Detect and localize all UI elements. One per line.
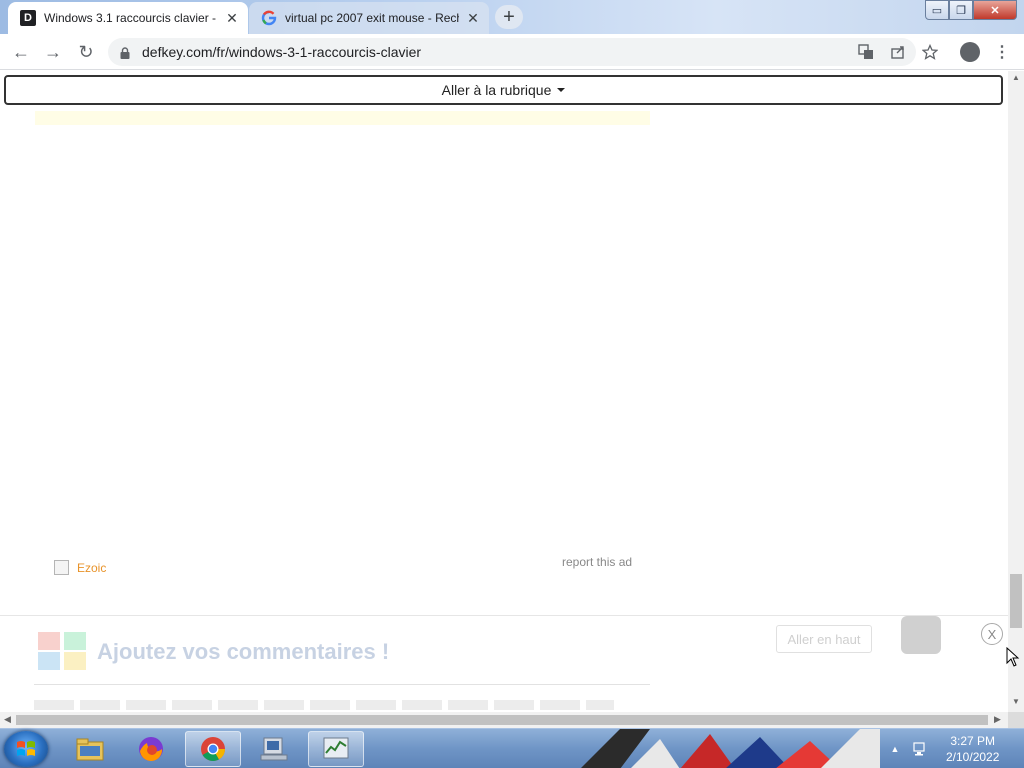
windows-flag-icon bbox=[17, 741, 35, 756]
ezoic-link[interactable]: Ezoic bbox=[54, 560, 106, 575]
windows-taskbar: ▲ 3:27 PM 2/10/2022 bbox=[0, 728, 1024, 768]
ad-banner-strip bbox=[35, 111, 650, 125]
vertical-scrollbar[interactable]: ▲ ▼ bbox=[1008, 71, 1024, 712]
google-g-icon bbox=[261, 10, 277, 26]
taskbar-clock[interactable]: 3:27 PM 2/10/2022 bbox=[946, 733, 999, 765]
scroll-right-arrow-icon[interactable]: ▶ bbox=[994, 714, 1001, 725]
close-tab-icon[interactable]: ✕ bbox=[465, 10, 481, 26]
screen: D Windows 3.1 raccourcis clavier - ✕ vir… bbox=[0, 0, 1024, 768]
forward-arrow-icon[interactable]: → bbox=[42, 41, 64, 63]
page-viewport: Aller à la rubrique Ezoic report this ad… bbox=[0, 71, 1008, 712]
chrome-icon[interactable] bbox=[185, 731, 241, 767]
close-tab-icon[interactable]: ✕ bbox=[224, 10, 240, 26]
lock-icon bbox=[120, 46, 130, 59]
mouse-cursor-icon bbox=[1006, 646, 1020, 667]
clock-date: 2/10/2022 bbox=[946, 750, 1000, 764]
tab-title: Windows 3.1 raccourcis clavier - bbox=[44, 11, 217, 25]
url-text: defkey.com/fr/windows-3-1-raccourcis-cla… bbox=[142, 44, 422, 60]
browser-toolbar: ← → ↻ defkey.com/fr/windows-3-1-raccourc… bbox=[0, 34, 1024, 70]
tab-windows-raccourcis[interactable]: D Windows 3.1 raccourcis clavier - ✕ bbox=[8, 2, 248, 34]
windows-logo-icon bbox=[36, 630, 90, 672]
section-jump-label: Aller à la rubrique bbox=[441, 82, 552, 98]
scroll-down-arrow-icon[interactable]: ▼ bbox=[1012, 697, 1020, 706]
file-explorer-icon[interactable] bbox=[62, 731, 118, 767]
caret-down-icon bbox=[557, 88, 566, 92]
virtual-pc-icon[interactable] bbox=[246, 731, 302, 767]
firefox-icon[interactable] bbox=[123, 731, 179, 767]
defkey-d-icon: D bbox=[20, 10, 36, 26]
close-window-button[interactable]: ✕ bbox=[973, 0, 1017, 20]
scrollbar-corner bbox=[1008, 712, 1024, 728]
broken-image-icon bbox=[54, 560, 69, 575]
network-icon[interactable] bbox=[912, 741, 928, 757]
back-to-top-button[interactable]: Aller en haut bbox=[776, 625, 872, 653]
comments-title: Ajoutez vos commentaires ! bbox=[97, 639, 390, 664]
show-hidden-icons-arrow[interactable]: ▲ bbox=[890, 744, 900, 754]
browser-menu-icon[interactable]: ⋮ bbox=[994, 40, 1010, 64]
tab-title: virtual pc 2007 exit mouse - Rech bbox=[285, 11, 459, 25]
reload-icon[interactable]: ↻ bbox=[75, 41, 97, 63]
minimize-button[interactable]: ▭ bbox=[925, 0, 949, 20]
task-manager-icon[interactable] bbox=[308, 731, 364, 767]
floating-action-button[interactable] bbox=[901, 616, 941, 654]
system-tray: ▲ 3:27 PM 2/10/2022 bbox=[890, 729, 1024, 768]
desktop-wallpaper-peek bbox=[560, 729, 880, 768]
tab-virtual-pc-search[interactable]: virtual pc 2007 exit mouse - Rech ✕ bbox=[249, 2, 489, 34]
profile-avatar-icon[interactable] bbox=[960, 42, 980, 62]
report-ad-link[interactable]: report this ad bbox=[562, 555, 632, 569]
scroll-up-arrow-icon[interactable]: ▲ bbox=[1012, 73, 1020, 82]
close-ad-button[interactable]: X bbox=[981, 623, 1003, 645]
translate-icon[interactable] bbox=[856, 42, 876, 62]
maximize-button[interactable]: ❐ bbox=[949, 0, 973, 20]
comments-intro-text bbox=[34, 700, 614, 710]
start-button[interactable] bbox=[4, 731, 48, 767]
bookmark-star-icon[interactable] bbox=[920, 42, 940, 62]
new-tab-button[interactable]: + bbox=[495, 5, 523, 29]
divider bbox=[34, 684, 650, 685]
back-arrow-icon[interactable]: ← bbox=[10, 41, 32, 63]
vertical-scroll-thumb[interactable] bbox=[1010, 574, 1022, 628]
section-jump-select[interactable]: Aller à la rubrique bbox=[4, 75, 1003, 105]
horizontal-scroll-thumb[interactable] bbox=[16, 715, 988, 725]
horizontal-scrollbar[interactable]: ◀ ▶ bbox=[0, 712, 1008, 728]
share-icon[interactable] bbox=[888, 42, 908, 62]
ezoic-label: Ezoic bbox=[77, 560, 107, 575]
clock-time: 3:27 PM bbox=[950, 734, 996, 748]
comments-section: Ajoutez vos commentaires ! Aller en haut… bbox=[0, 615, 1008, 712]
address-bar[interactable]: defkey.com/fr/windows-3-1-raccourcis-cla… bbox=[108, 38, 916, 66]
scroll-left-arrow-icon[interactable]: ◀ bbox=[4, 714, 11, 725]
browser-tab-strip: D Windows 3.1 raccourcis clavier - ✕ vir… bbox=[0, 0, 1024, 34]
